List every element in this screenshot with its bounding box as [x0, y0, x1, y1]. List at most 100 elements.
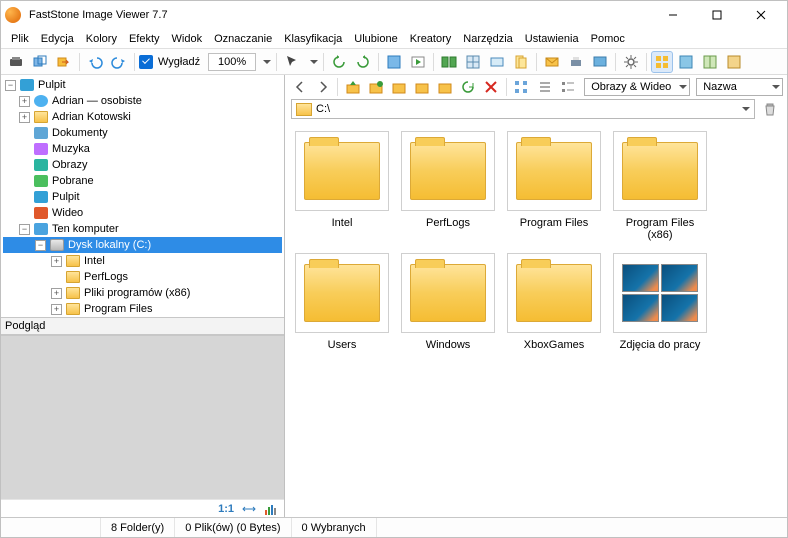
recycle-bin-icon[interactable] [759, 98, 781, 120]
expand-toggle-icon[interactable]: + [51, 288, 62, 299]
select-all-icon[interactable] [511, 76, 532, 98]
minimize-button[interactable] [651, 1, 695, 29]
batch-rename-icon[interactable] [486, 51, 508, 73]
tree-item[interactable]: +Adrian — osobiste [3, 93, 282, 109]
thumbnail-frame [401, 131, 495, 211]
tree-item[interactable]: Muzyka [3, 141, 282, 157]
expand-toggle-icon[interactable]: − [5, 80, 16, 91]
rotate-right-icon[interactable] [352, 51, 374, 73]
tree-item[interactable]: +Intel [3, 253, 282, 269]
expand-toggle-icon[interactable]: − [35, 240, 46, 251]
menu-item[interactable]: Klasyfikacja [278, 31, 348, 47]
lossless-jpeg-icon[interactable] [510, 51, 532, 73]
view-fullscreen-browser-icon[interactable] [723, 51, 745, 73]
tree-item[interactable]: Pobrane [3, 173, 282, 189]
menu-item[interactable]: Pomoc [585, 31, 631, 47]
tree-item[interactable]: Pulpit [3, 189, 282, 205]
expand-toggle-icon[interactable]: − [19, 224, 30, 235]
thumbnail-grid[interactable]: IntelPerfLogsProgram FilesProgram Files … [285, 121, 787, 517]
thumbnail-item[interactable]: Users [295, 253, 389, 351]
menu-item[interactable]: Kreatory [404, 31, 458, 47]
batch-convert-icon[interactable] [462, 51, 484, 73]
expand-toggle-icon[interactable]: + [19, 96, 30, 107]
menu-item[interactable]: Edycja [35, 31, 80, 47]
menu-item[interactable]: Oznaczanie [208, 31, 278, 47]
thumbnail-item[interactable]: Program Files [507, 131, 601, 241]
tree-item[interactable]: Dokumenty [3, 125, 282, 141]
zoom-combo[interactable]: 100% [208, 53, 256, 71]
print-icon[interactable] [565, 51, 587, 73]
tree-item-label: Muzyka [52, 143, 90, 155]
move-to-folder-icon[interactable] [53, 51, 75, 73]
tree-item[interactable]: + Program Files [3, 301, 282, 317]
nav-up-icon[interactable] [342, 76, 363, 98]
menu-item[interactable]: Efekty [123, 31, 166, 47]
delete-icon[interactable] [481, 76, 502, 98]
menu-item[interactable]: Ulubione [348, 31, 403, 47]
view-details-icon[interactable] [557, 76, 578, 98]
thumbnail-item[interactable]: Windows [401, 253, 495, 351]
acquire-from-scanner-icon[interactable] [5, 51, 27, 73]
maximize-button[interactable] [695, 1, 739, 29]
folder-tree[interactable]: − Pulpit +Adrian — osobiste+Adrian Kotow… [1, 75, 284, 317]
redo-icon[interactable] [108, 51, 130, 73]
expand-toggle-icon[interactable]: + [19, 112, 30, 123]
tree-item-label: Program Files [84, 303, 152, 315]
compare-icon[interactable] [438, 51, 460, 73]
tree-item[interactable]: Wideo [3, 205, 282, 221]
email-icon[interactable] [541, 51, 563, 73]
undo-icon[interactable] [84, 51, 106, 73]
documents-folder-icon[interactable] [412, 76, 433, 98]
selection-tool-icon[interactable] [281, 51, 303, 73]
view-list-icon[interactable] [534, 76, 555, 98]
smooth-checkbox[interactable] [139, 55, 153, 69]
slideshow-icon[interactable] [407, 51, 429, 73]
zoom-dropdown-button[interactable] [258, 51, 272, 73]
refresh-icon[interactable] [458, 76, 479, 98]
tree-item[interactable]: +Adrian Kotowski [3, 109, 282, 125]
nav-back-icon[interactable] [289, 76, 310, 98]
view-singleview-icon[interactable] [675, 51, 697, 73]
copy-to-folder-icon[interactable] [29, 51, 51, 73]
selection-dropdown-button[interactable] [305, 51, 319, 73]
view-dualview-icon[interactable] [699, 51, 721, 73]
folder-icon [410, 264, 486, 322]
tree-item[interactable]: Obrazy [3, 157, 282, 173]
thumbnail-item[interactable]: Program Files (x86) [613, 131, 707, 241]
menu-item[interactable]: Ustawienia [519, 31, 585, 47]
tree-root[interactable]: − Pulpit [3, 77, 282, 93]
close-button[interactable] [739, 1, 783, 29]
fit-width-icon[interactable] [242, 502, 256, 516]
tree-item[interactable]: +Pliki programów (x86) [3, 285, 282, 301]
rotate-left-icon[interactable] [328, 51, 350, 73]
thumbnail-item[interactable]: Zdjęcia do pracy [613, 253, 707, 351]
cloud-icon [34, 95, 48, 107]
view-thumbnails-icon[interactable] [651, 51, 673, 73]
thumbnail-item[interactable]: Intel [295, 131, 389, 241]
settings-icon[interactable] [620, 51, 642, 73]
wallpaper-icon[interactable] [589, 51, 611, 73]
expand-toggle-icon[interactable]: + [51, 304, 62, 315]
filter-combo[interactable]: Obrazy & Wideo [584, 78, 690, 96]
menu-item[interactable]: Kolory [80, 31, 123, 47]
menu-item[interactable]: Widok [166, 31, 209, 47]
tree-item-label: PerfLogs [84, 271, 128, 283]
pictures-folder-icon[interactable] [435, 76, 456, 98]
histogram-icon[interactable] [264, 502, 278, 516]
expand-toggle-icon[interactable]: + [51, 256, 62, 267]
tree-item[interactable]: −Dysk lokalny (C:) [3, 237, 282, 253]
sort-combo[interactable]: Nazwa [696, 78, 783, 96]
preview-area [1, 335, 284, 499]
thumbnail-item[interactable]: XboxGames [507, 253, 601, 351]
path-dropdown-icon[interactable] [742, 107, 750, 115]
new-folder-icon[interactable] [365, 76, 386, 98]
nav-forward-icon[interactable] [312, 76, 333, 98]
menu-item[interactable]: Narzędzia [457, 31, 519, 47]
path-input[interactable]: C:\ [291, 99, 755, 119]
tree-item[interactable]: PerfLogs [3, 269, 282, 285]
menu-item[interactable]: Plik [5, 31, 35, 47]
fullscreen-icon[interactable] [383, 51, 405, 73]
tree-item[interactable]: −Ten komputer [3, 221, 282, 237]
thumbnail-item[interactable]: PerfLogs [401, 131, 495, 241]
desktop-folder-icon[interactable] [388, 76, 409, 98]
